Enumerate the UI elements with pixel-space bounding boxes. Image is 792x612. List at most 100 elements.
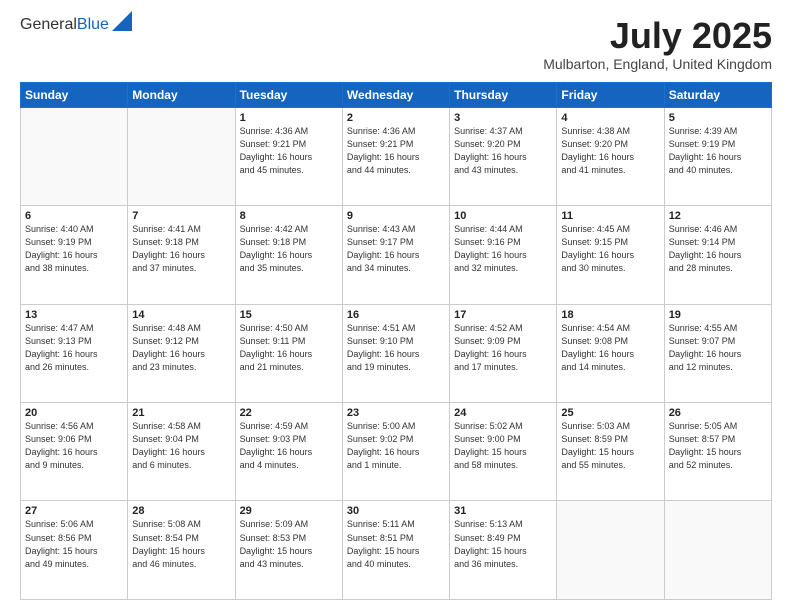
day-number: 11 xyxy=(561,210,659,222)
table-row: 29Sunrise: 5:09 AM Sunset: 8:53 PM Dayli… xyxy=(235,501,342,600)
day-info: Sunrise: 4:47 AM Sunset: 9:13 PM Dayligh… xyxy=(25,322,123,374)
logo-general-text: General xyxy=(20,16,77,33)
day-number: 6 xyxy=(25,210,123,222)
day-info: Sunrise: 5:11 AM Sunset: 8:51 PM Dayligh… xyxy=(347,518,445,570)
day-number: 9 xyxy=(347,210,445,222)
day-info: Sunrise: 5:06 AM Sunset: 8:56 PM Dayligh… xyxy=(25,518,123,570)
location: Mulbarton, England, United Kingdom xyxy=(543,56,772,72)
table-row: 17Sunrise: 4:52 AM Sunset: 9:09 PM Dayli… xyxy=(450,304,557,402)
col-monday: Monday xyxy=(128,82,235,107)
day-info: Sunrise: 4:55 AM Sunset: 9:07 PM Dayligh… xyxy=(669,322,767,374)
col-wednesday: Wednesday xyxy=(342,82,449,107)
day-info: Sunrise: 4:36 AM Sunset: 9:21 PM Dayligh… xyxy=(347,125,445,177)
day-info: Sunrise: 5:13 AM Sunset: 8:49 PM Dayligh… xyxy=(454,518,552,570)
page: GeneralBlue July 2025 Mulbarton, England… xyxy=(0,0,792,612)
table-row: 2Sunrise: 4:36 AM Sunset: 9:21 PM Daylig… xyxy=(342,107,449,205)
table-row: 4Sunrise: 4:38 AM Sunset: 9:20 PM Daylig… xyxy=(557,107,664,205)
table-row: 8Sunrise: 4:42 AM Sunset: 9:18 PM Daylig… xyxy=(235,206,342,304)
table-row: 9Sunrise: 4:43 AM Sunset: 9:17 PM Daylig… xyxy=(342,206,449,304)
day-number: 21 xyxy=(132,407,230,419)
table-row xyxy=(664,501,771,600)
table-row: 6Sunrise: 4:40 AM Sunset: 9:19 PM Daylig… xyxy=(21,206,128,304)
header: GeneralBlue July 2025 Mulbarton, England… xyxy=(20,16,772,72)
table-row: 14Sunrise: 4:48 AM Sunset: 9:12 PM Dayli… xyxy=(128,304,235,402)
calendar-week-row: 1Sunrise: 4:36 AM Sunset: 9:21 PM Daylig… xyxy=(21,107,772,205)
day-info: Sunrise: 4:56 AM Sunset: 9:06 PM Dayligh… xyxy=(25,420,123,472)
day-number: 14 xyxy=(132,309,230,321)
col-saturday: Saturday xyxy=(664,82,771,107)
calendar-week-row: 13Sunrise: 4:47 AM Sunset: 9:13 PM Dayli… xyxy=(21,304,772,402)
day-info: Sunrise: 4:46 AM Sunset: 9:14 PM Dayligh… xyxy=(669,223,767,275)
day-info: Sunrise: 4:52 AM Sunset: 9:09 PM Dayligh… xyxy=(454,322,552,374)
month-title: July 2025 xyxy=(543,16,772,56)
day-info: Sunrise: 4:38 AM Sunset: 9:20 PM Dayligh… xyxy=(561,125,659,177)
day-info: Sunrise: 4:51 AM Sunset: 9:10 PM Dayligh… xyxy=(347,322,445,374)
logo-icon xyxy=(112,11,132,31)
table-row: 30Sunrise: 5:11 AM Sunset: 8:51 PM Dayli… xyxy=(342,501,449,600)
col-sunday: Sunday xyxy=(21,82,128,107)
day-number: 24 xyxy=(454,407,552,419)
logo-blue-text: Blue xyxy=(77,16,109,33)
table-row: 1Sunrise: 4:36 AM Sunset: 9:21 PM Daylig… xyxy=(235,107,342,205)
logo-text: GeneralBlue xyxy=(20,16,132,34)
day-number: 5 xyxy=(669,112,767,124)
calendar-week-row: 6Sunrise: 4:40 AM Sunset: 9:19 PM Daylig… xyxy=(21,206,772,304)
table-row: 22Sunrise: 4:59 AM Sunset: 9:03 PM Dayli… xyxy=(235,403,342,501)
day-info: Sunrise: 5:05 AM Sunset: 8:57 PM Dayligh… xyxy=(669,420,767,472)
table-row: 18Sunrise: 4:54 AM Sunset: 9:08 PM Dayli… xyxy=(557,304,664,402)
table-row: 7Sunrise: 4:41 AM Sunset: 9:18 PM Daylig… xyxy=(128,206,235,304)
day-number: 7 xyxy=(132,210,230,222)
day-number: 26 xyxy=(669,407,767,419)
day-info: Sunrise: 4:39 AM Sunset: 9:19 PM Dayligh… xyxy=(669,125,767,177)
table-row: 20Sunrise: 4:56 AM Sunset: 9:06 PM Dayli… xyxy=(21,403,128,501)
day-number: 18 xyxy=(561,309,659,321)
day-info: Sunrise: 5:08 AM Sunset: 8:54 PM Dayligh… xyxy=(132,518,230,570)
day-info: Sunrise: 4:42 AM Sunset: 9:18 PM Dayligh… xyxy=(240,223,338,275)
day-info: Sunrise: 4:59 AM Sunset: 9:03 PM Dayligh… xyxy=(240,420,338,472)
day-number: 29 xyxy=(240,505,338,517)
calendar-week-row: 27Sunrise: 5:06 AM Sunset: 8:56 PM Dayli… xyxy=(21,501,772,600)
calendar-table: Sunday Monday Tuesday Wednesday Thursday… xyxy=(20,82,772,600)
col-friday: Friday xyxy=(557,82,664,107)
day-info: Sunrise: 4:50 AM Sunset: 9:11 PM Dayligh… xyxy=(240,322,338,374)
table-row: 21Sunrise: 4:58 AM Sunset: 9:04 PM Dayli… xyxy=(128,403,235,501)
day-number: 19 xyxy=(669,309,767,321)
table-row xyxy=(21,107,128,205)
day-number: 23 xyxy=(347,407,445,419)
day-info: Sunrise: 4:43 AM Sunset: 9:17 PM Dayligh… xyxy=(347,223,445,275)
day-number: 12 xyxy=(669,210,767,222)
header-row: Sunday Monday Tuesday Wednesday Thursday… xyxy=(21,82,772,107)
day-number: 25 xyxy=(561,407,659,419)
table-row: 23Sunrise: 5:00 AM Sunset: 9:02 PM Dayli… xyxy=(342,403,449,501)
table-row: 5Sunrise: 4:39 AM Sunset: 9:19 PM Daylig… xyxy=(664,107,771,205)
day-number: 22 xyxy=(240,407,338,419)
logo: GeneralBlue xyxy=(20,16,132,34)
day-number: 8 xyxy=(240,210,338,222)
day-number: 30 xyxy=(347,505,445,517)
table-row: 27Sunrise: 5:06 AM Sunset: 8:56 PM Dayli… xyxy=(21,501,128,600)
day-number: 1 xyxy=(240,112,338,124)
table-row: 10Sunrise: 4:44 AM Sunset: 9:16 PM Dayli… xyxy=(450,206,557,304)
day-number: 31 xyxy=(454,505,552,517)
day-info: Sunrise: 4:45 AM Sunset: 9:15 PM Dayligh… xyxy=(561,223,659,275)
table-row: 28Sunrise: 5:08 AM Sunset: 8:54 PM Dayli… xyxy=(128,501,235,600)
table-row: 12Sunrise: 4:46 AM Sunset: 9:14 PM Dayli… xyxy=(664,206,771,304)
table-row: 3Sunrise: 4:37 AM Sunset: 9:20 PM Daylig… xyxy=(450,107,557,205)
table-row: 16Sunrise: 4:51 AM Sunset: 9:10 PM Dayli… xyxy=(342,304,449,402)
day-info: Sunrise: 4:44 AM Sunset: 9:16 PM Dayligh… xyxy=(454,223,552,275)
table-row xyxy=(557,501,664,600)
day-info: Sunrise: 4:41 AM Sunset: 9:18 PM Dayligh… xyxy=(132,223,230,275)
day-info: Sunrise: 4:36 AM Sunset: 9:21 PM Dayligh… xyxy=(240,125,338,177)
table-row: 31Sunrise: 5:13 AM Sunset: 8:49 PM Dayli… xyxy=(450,501,557,600)
col-thursday: Thursday xyxy=(450,82,557,107)
title-block: July 2025 Mulbarton, England, United Kin… xyxy=(543,16,772,72)
day-number: 15 xyxy=(240,309,338,321)
day-number: 13 xyxy=(25,309,123,321)
day-number: 20 xyxy=(25,407,123,419)
table-row: 19Sunrise: 4:55 AM Sunset: 9:07 PM Dayli… xyxy=(664,304,771,402)
day-info: Sunrise: 4:58 AM Sunset: 9:04 PM Dayligh… xyxy=(132,420,230,472)
day-number: 3 xyxy=(454,112,552,124)
table-row: 24Sunrise: 5:02 AM Sunset: 9:00 PM Dayli… xyxy=(450,403,557,501)
day-info: Sunrise: 5:00 AM Sunset: 9:02 PM Dayligh… xyxy=(347,420,445,472)
table-row: 11Sunrise: 4:45 AM Sunset: 9:15 PM Dayli… xyxy=(557,206,664,304)
